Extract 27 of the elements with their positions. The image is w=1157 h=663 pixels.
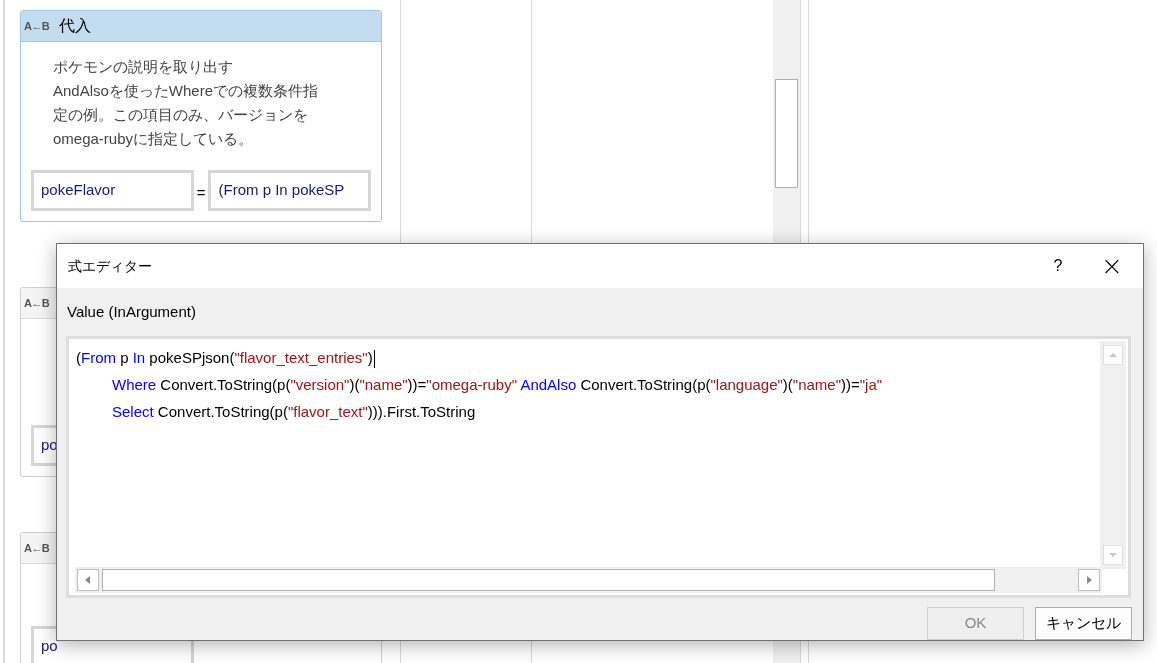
activity-title: 代入: [59, 16, 92, 36]
assign-icon: A←B: [24, 17, 50, 35]
scrollbar-thumb[interactable]: [775, 79, 798, 188]
close-button[interactable]: ×: [1081, 244, 1143, 288]
activity-description: ポケモンの説明を取り出す AndAlsoを使ったWhereでの複数条件指 定の例。この項目のみ、バージョンを omega-rubyに指定している。: [52, 57, 320, 149]
assign-activity-card[interactable]: A←B 代入 ポケモンの説明を取り出す AndAlsoを使ったWhereでの複数条件指 定の例。この項目のみ、バージョンを omega-rubyに指定している。 pokeFlavor = (From p In pokeSP: [20, 10, 382, 222]
scroll-left-icon[interactable]: [77, 569, 99, 591]
text-caret: [373, 349, 375, 368]
argument-label: Value (InArgument): [67, 302, 196, 322]
scrollbar-thumb[interactable]: [102, 569, 995, 591]
code-line: Where Convert.ToString(p("version")("name"))="omega-ruby" AndAlso Convert.ToString(p("language")("name"))="ja": [111, 374, 883, 395]
expression-editor[interactable]: [66, 335, 1131, 598]
variable-field[interactable]: pokeFlavor: [31, 170, 194, 211]
code-line: Select Convert.ToString(p("flavor_text"))).First.ToString: [111, 401, 476, 422]
cancel-button[interactable]: キャンセル: [1035, 607, 1132, 640]
help-button[interactable]: ?: [1035, 244, 1081, 288]
scroll-up-icon[interactable]: [1103, 344, 1123, 365]
code-line: (From p In pokeSPjson("flavor_text_entries"): [76, 347, 375, 370]
equals-sign: =: [195, 183, 207, 204]
vertical-scrollbar[interactable]: [1100, 340, 1126, 569]
assign-icon: A←B: [24, 294, 50, 312]
scroll-down-icon[interactable]: [1103, 544, 1123, 565]
dialog-title: 式エディター: [68, 256, 153, 276]
expression-field[interactable]: (From p In pokeSP: [208, 170, 371, 211]
assign-icon: A←B: [24, 539, 50, 557]
scroll-right-icon[interactable]: [1078, 569, 1100, 591]
horizontal-scrollbar[interactable]: [75, 567, 1102, 593]
